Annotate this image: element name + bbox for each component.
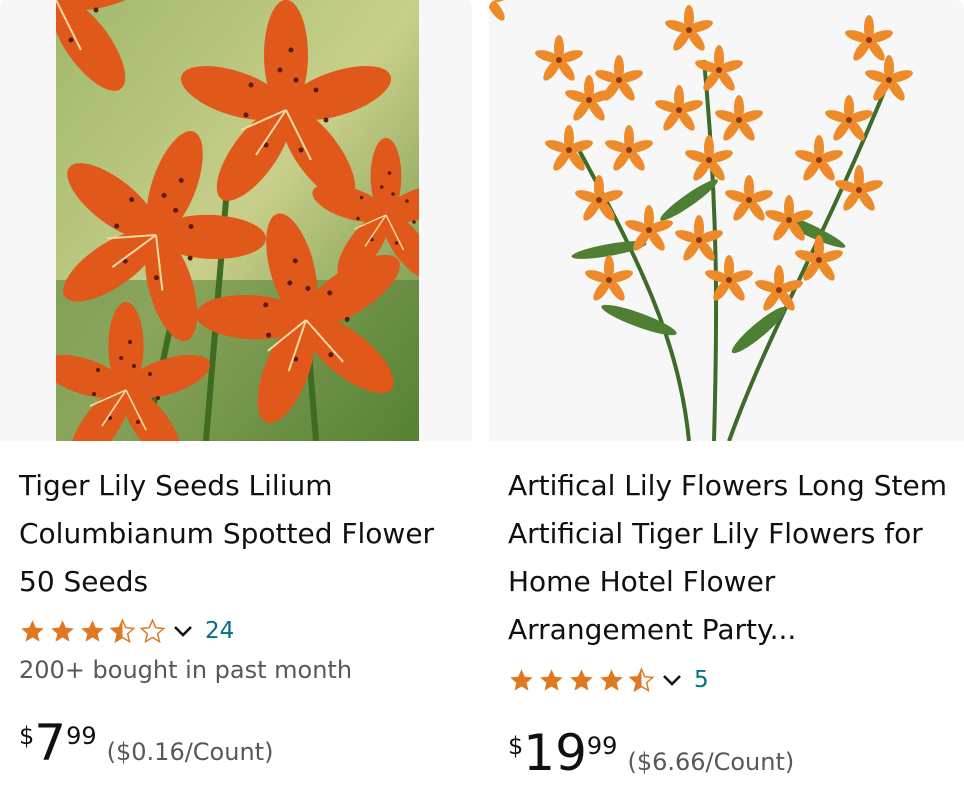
price-whole: 7 xyxy=(34,714,67,772)
product-card[interactable]: Tiger Lily Seeds Lilium Columbianum Spot… xyxy=(0,0,472,786)
bought-in-past-month: 200+ bought in past month xyxy=(19,656,353,684)
review-count-link[interactable]: 24 xyxy=(205,618,234,644)
rating-row: 24 xyxy=(19,616,234,646)
tiger-lily-photo xyxy=(56,0,419,441)
product-card[interactable]: Artifical Lily Flowers Long Stem Artific… xyxy=(489,0,964,786)
star-full-icon xyxy=(570,668,593,691)
price: $ 7 99 ($0.16/Count) xyxy=(19,716,273,770)
unit-price: ($6.66/Count) xyxy=(627,748,795,776)
star-rating[interactable] xyxy=(19,617,169,645)
star-full-icon xyxy=(81,619,104,642)
product-title[interactable]: Artifical Lily Flowers Long Stem Artific… xyxy=(508,462,948,654)
product-title[interactable]: Tiger Lily Seeds Lilium Columbianum Spot… xyxy=(19,462,469,606)
price-currency: $ xyxy=(508,732,524,760)
rating-row: 5 xyxy=(508,665,709,695)
review-count-link[interactable]: 5 xyxy=(694,667,709,693)
star-full-icon xyxy=(51,619,74,642)
artificial-lily-photo xyxy=(489,0,964,441)
star-full-icon xyxy=(600,668,623,691)
star-full-icon xyxy=(510,668,533,691)
star-rating[interactable] xyxy=(508,666,658,694)
chevron-down-icon[interactable] xyxy=(171,619,195,643)
unit-price: ($0.16/Count) xyxy=(106,738,274,766)
price: $ 19 99 ($6.66/Count) xyxy=(508,726,794,780)
product-image[interactable] xyxy=(489,0,964,441)
star-full-icon xyxy=(540,668,563,691)
chevron-down-icon[interactable] xyxy=(660,668,684,692)
star-full-icon xyxy=(21,619,44,642)
price-whole: 19 xyxy=(523,724,587,782)
price-fraction: 99 xyxy=(586,732,618,760)
product-image[interactable] xyxy=(0,0,472,441)
star-half-icon xyxy=(109,617,136,643)
star-half-icon xyxy=(628,666,655,692)
price-currency: $ xyxy=(19,722,35,750)
price-fraction: 99 xyxy=(66,722,97,750)
star-empty-icon xyxy=(139,617,166,643)
